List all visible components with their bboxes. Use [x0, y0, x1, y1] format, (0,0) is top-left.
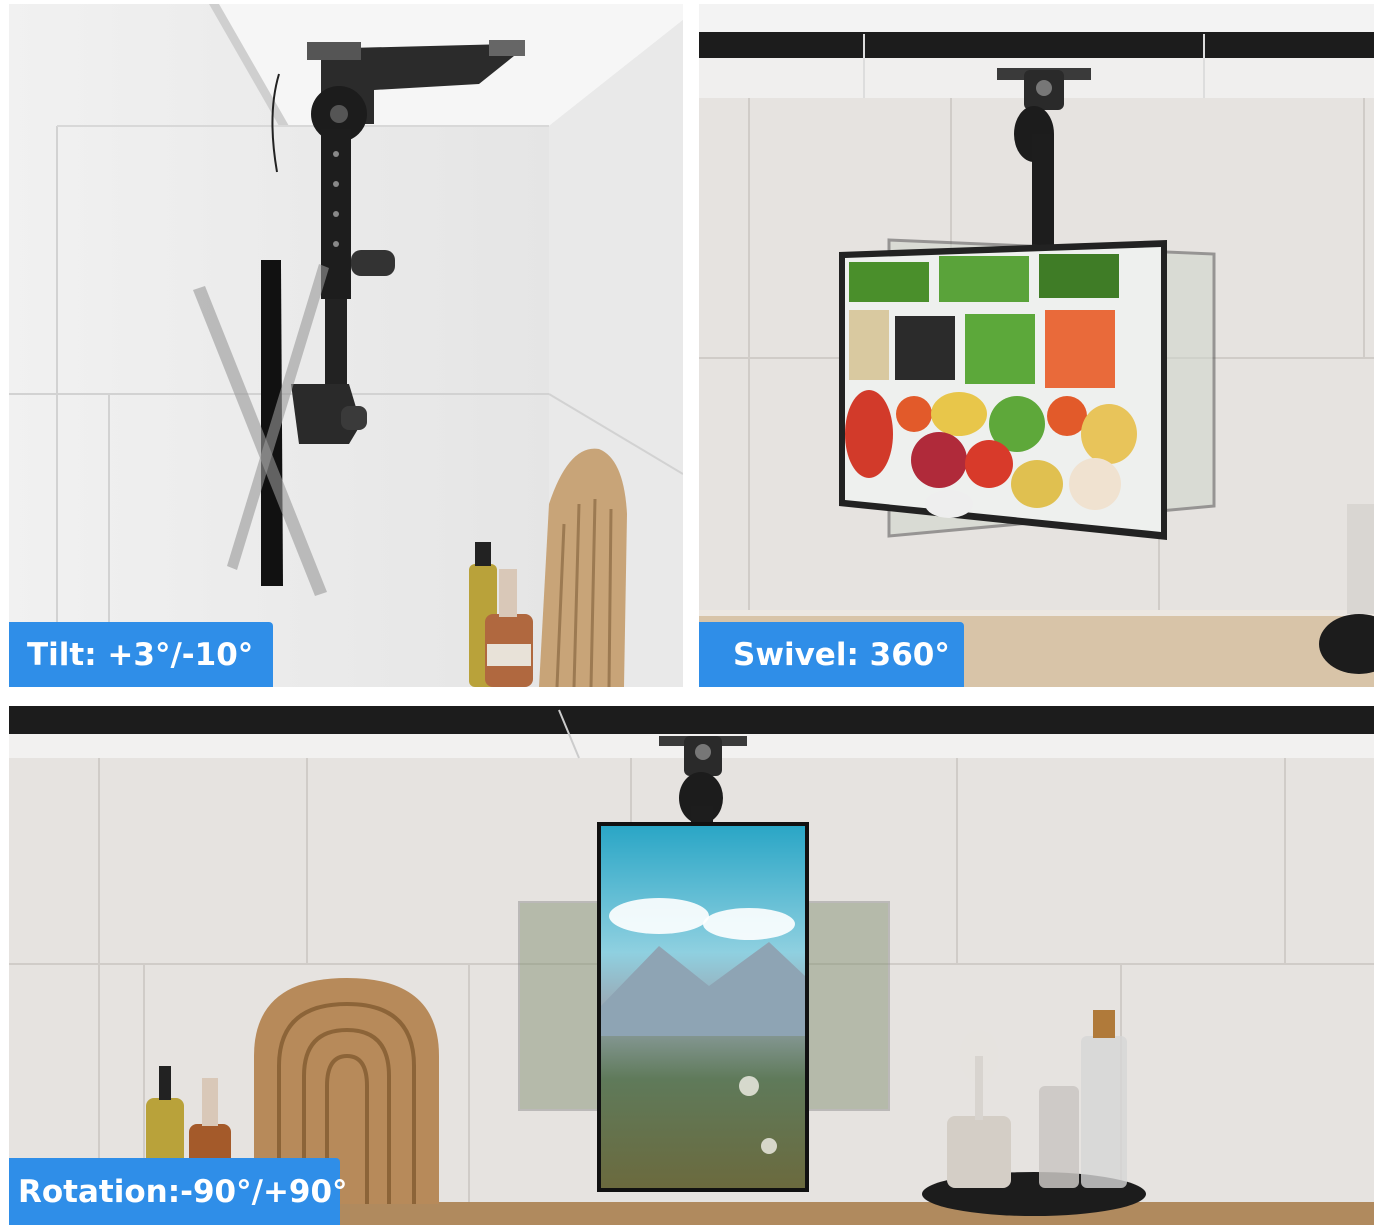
- swivel-scene: [699, 4, 1374, 687]
- tv-screen-icon: [597, 822, 809, 1192]
- tv-screen-icon: [839, 240, 1167, 540]
- tilt-label: Tilt: +3°/-10°: [9, 622, 273, 687]
- rotation-panel: Rotation:-90°/+90°: [9, 706, 1374, 1225]
- tilt-scene: [9, 4, 683, 687]
- tilt-panel: Tilt: +3°/-10°: [9, 4, 683, 687]
- swivel-label: Swivel: 360°: [699, 622, 964, 687]
- rotation-scene: [9, 706, 1374, 1225]
- rotation-label: Rotation:-90°/+90°: [9, 1158, 348, 1225]
- swivel-panel: Swivel: 360°: [699, 4, 1374, 687]
